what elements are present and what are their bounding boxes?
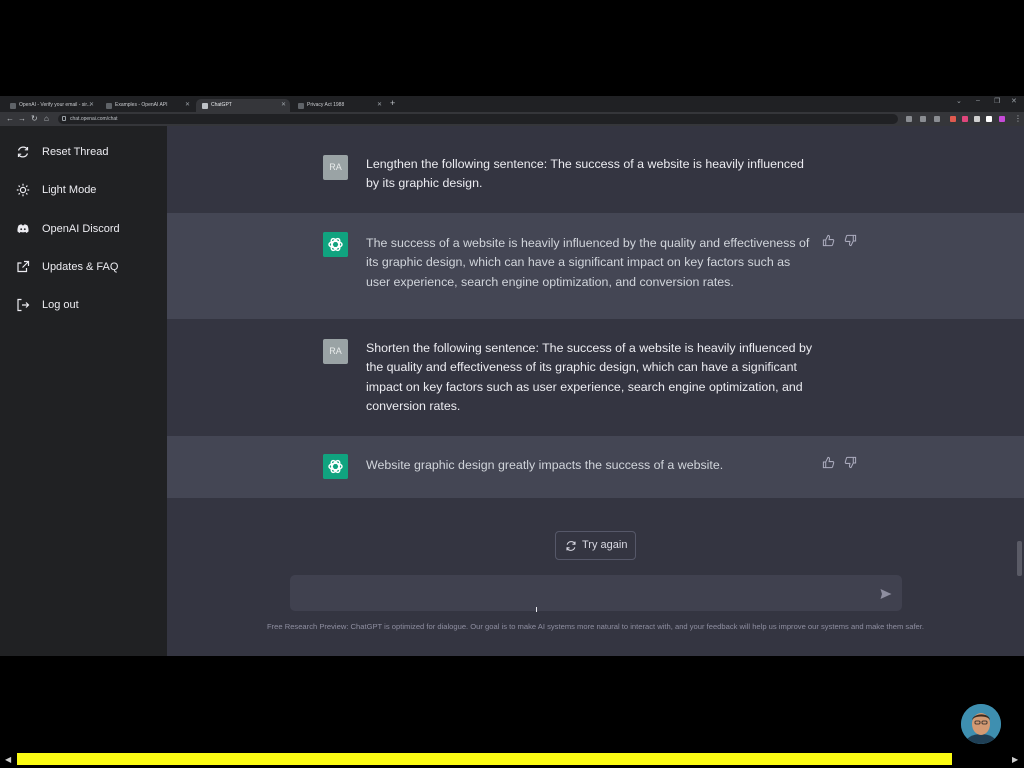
refresh-icon bbox=[17, 146, 29, 158]
home-icon[interactable]: ⌂ bbox=[44, 113, 49, 125]
close-tab-icon[interactable]: ✕ bbox=[377, 99, 382, 112]
minimize-icon[interactable]: – bbox=[976, 97, 980, 104]
assistant-message: The success of a website is heavily infl… bbox=[167, 213, 1024, 319]
user-message: RA Lengthen the following sentence: The … bbox=[167, 126, 1024, 213]
light-mode-button[interactable]: Light Mode bbox=[16, 180, 156, 200]
thumbs-down-icon[interactable] bbox=[844, 234, 857, 247]
close-tab-icon[interactable]: ✕ bbox=[185, 99, 190, 112]
logout-icon bbox=[17, 298, 30, 312]
address-bar: ← → ↻ ⌂ chat.openai.com/chat ⋮ bbox=[0, 112, 1024, 126]
presenter-avatar bbox=[961, 704, 1001, 744]
discord-icon bbox=[17, 224, 29, 233]
reload-icon[interactable]: ↻ bbox=[31, 113, 38, 125]
browser-tab[interactable]: Privacy Act 1988 ✕ bbox=[292, 99, 386, 112]
chevron-down-icon[interactable]: ⌄ bbox=[956, 97, 962, 105]
close-tab-icon[interactable]: ✕ bbox=[89, 99, 94, 112]
favicon-icon bbox=[10, 102, 16, 109]
thumbs-down-icon[interactable] bbox=[844, 456, 857, 469]
thumbs-up-icon[interactable] bbox=[822, 234, 835, 247]
user-message: RA Shorten the following sentence: The s… bbox=[167, 319, 1024, 436]
external-link-icon bbox=[17, 260, 30, 273]
browser-tab[interactable]: OpenAI - Verify your email - sir... ✕ bbox=[4, 99, 98, 112]
user-avatar: RA bbox=[323, 339, 348, 364]
video-progress-bar[interactable] bbox=[17, 753, 952, 765]
scrollbar[interactable] bbox=[1017, 541, 1022, 576]
lock-icon[interactable] bbox=[62, 116, 66, 121]
scroll-left-icon[interactable]: ◀ bbox=[5, 755, 11, 764]
message-composer[interactable] bbox=[290, 575, 902, 612]
url-field[interactable]: chat.openai.com/chat bbox=[58, 114, 898, 124]
back-icon[interactable]: ← bbox=[6, 113, 14, 125]
maximize-icon[interactable]: ❐ bbox=[994, 97, 1000, 105]
profile-icon[interactable] bbox=[999, 116, 1005, 122]
sun-icon bbox=[16, 183, 30, 197]
scroll-right-icon[interactable]: ▶ bbox=[1012, 755, 1018, 764]
browser-tab-active[interactable]: ChatGPT ✕ bbox=[196, 99, 290, 112]
prompt-input[interactable] bbox=[300, 583, 864, 605]
forward-icon[interactable]: → bbox=[18, 113, 26, 125]
message-text: Lengthen the following sentence: The suc… bbox=[366, 157, 804, 191]
tab-bar: OpenAI - Verify your email - sir... ✕ Ex… bbox=[0, 96, 1024, 112]
zoom-icon[interactable] bbox=[906, 116, 912, 122]
favicon-icon bbox=[202, 102, 208, 109]
new-tab-icon[interactable]: + bbox=[390, 98, 395, 108]
user-avatar: RA bbox=[323, 155, 348, 180]
browser-tab[interactable]: Examples - OpenAI API ✕ bbox=[100, 99, 194, 112]
reset-thread-button[interactable]: Reset Thread bbox=[16, 142, 156, 162]
thumbs-up-icon[interactable] bbox=[822, 456, 835, 469]
message-text: The success of a website is heavily infl… bbox=[366, 236, 810, 289]
send-icon[interactable] bbox=[879, 587, 893, 601]
try-again-button[interactable]: Try again bbox=[555, 531, 636, 560]
updates-faq-link[interactable]: Updates & FAQ bbox=[16, 257, 156, 277]
close-tab-icon[interactable]: ✕ bbox=[281, 99, 286, 112]
refresh-icon bbox=[566, 541, 576, 551]
extension-icon[interactable] bbox=[950, 116, 956, 122]
extension-icon[interactable] bbox=[974, 116, 980, 122]
chatgpt-page: Reset Thread Light Mode OpenAI Discord U… bbox=[0, 126, 1024, 656]
favicon-icon bbox=[106, 102, 112, 109]
browser-window: OpenAI - Verify your email - sir... ✕ Ex… bbox=[0, 96, 1024, 656]
openai-discord-link[interactable]: OpenAI Discord bbox=[16, 219, 156, 239]
share-icon[interactable] bbox=[920, 116, 926, 122]
text-caret bbox=[536, 607, 537, 612]
message-text: Website graphic design greatly impacts t… bbox=[366, 458, 724, 472]
openai-logo-icon bbox=[323, 232, 348, 257]
extension-icon[interactable] bbox=[986, 116, 992, 122]
menu-icon[interactable]: ⋮ bbox=[1014, 113, 1022, 125]
message-text: Shorten the following sentence: The succ… bbox=[366, 341, 813, 413]
favicon-icon bbox=[298, 102, 304, 109]
extension-icon[interactable] bbox=[962, 116, 968, 122]
footer-disclaimer: Free Research Preview: ChatGPT is optimi… bbox=[266, 622, 924, 631]
close-window-icon[interactable]: ✕ bbox=[1011, 97, 1017, 105]
assistant-message: Website graphic design greatly impacts t… bbox=[167, 436, 1024, 498]
openai-logo-icon bbox=[323, 454, 348, 479]
chat-thread: RA Lengthen the following sentence: The … bbox=[167, 126, 1024, 656]
log-out-button[interactable]: Log out bbox=[16, 295, 156, 315]
star-icon[interactable] bbox=[934, 116, 940, 122]
sidebar: Reset Thread Light Mode OpenAI Discord U… bbox=[0, 126, 167, 656]
